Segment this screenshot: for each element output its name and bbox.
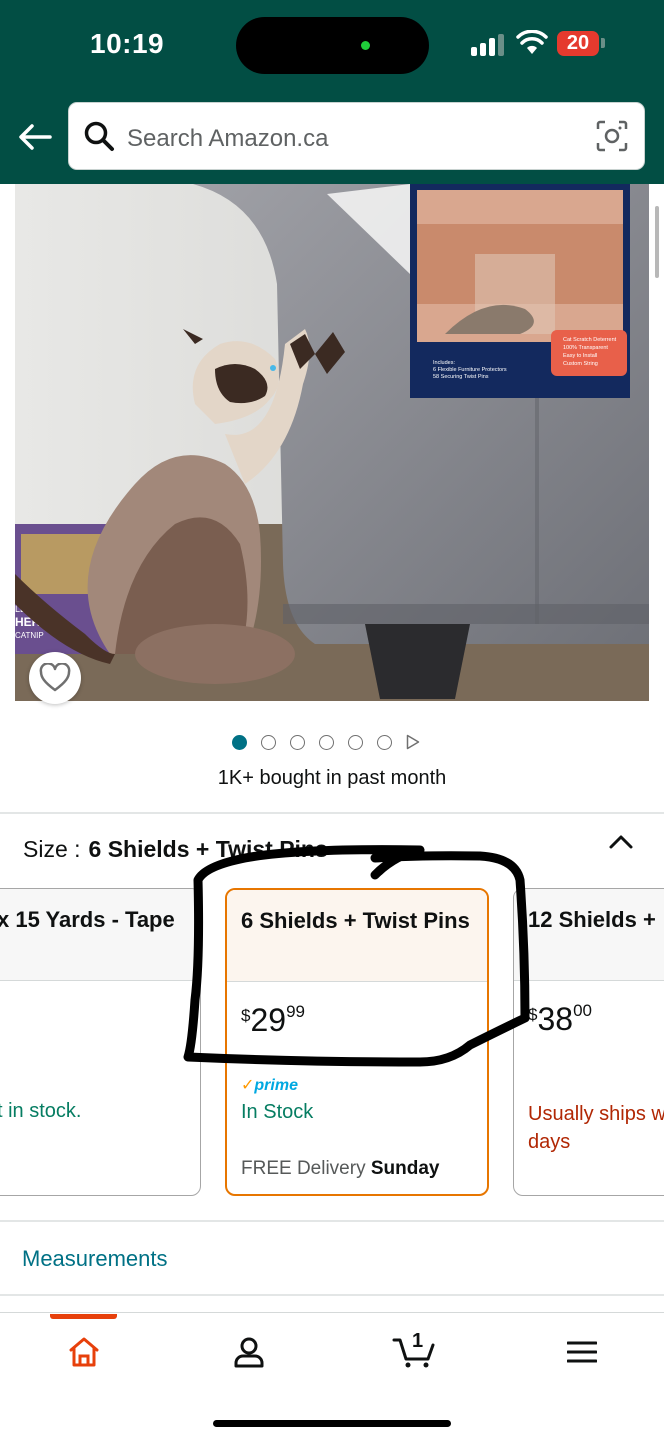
divider [0,1294,664,1296]
heart-icon [39,663,71,692]
measurements-link[interactable]: Measurements [22,1246,168,1272]
divider [0,812,664,814]
option-price: $2999 [241,1002,305,1038]
delivery-info: FREE Delivery Sunday [241,1158,440,1179]
option-name: 12 Shields + [528,907,656,932]
nav-home[interactable] [60,1332,108,1372]
carousel-dot[interactable] [319,734,334,750]
nav-menu[interactable] [558,1332,606,1372]
option-price: $3800 [528,1001,592,1037]
active-tab-indicator [50,1314,117,1319]
product-image[interactable]: LE HER CATNIP Cat Scratch De [15,184,649,701]
divider [0,1220,664,1222]
scroll-indicator[interactable] [655,206,659,278]
svg-text:Includes:: Includes: [433,360,455,366]
carousel-dot[interactable] [377,734,392,750]
search-icon [84,121,114,151]
carousel-dot[interactable] [232,734,247,750]
size-value: 6 Shields + Twist Pins [88,836,328,862]
carousel-dot[interactable] [348,734,363,750]
menu-icon [567,1341,597,1363]
carousel-dot[interactable] [290,734,305,750]
home-icon [69,1337,99,1367]
camera-lens-icon[interactable] [596,120,628,152]
availability: Usually ships w days [528,1103,664,1153]
wishlist-button[interactable] [29,652,81,704]
size-option-card-selected[interactable]: 6 Shields + Twist Pins $2999 ✓prime In S… [225,888,489,1196]
availability: t in stock. [0,1100,82,1122]
svg-text:58 Securing Twist Pins: 58 Securing Twist Pins [433,374,489,380]
nav-account[interactable] [225,1332,273,1372]
svg-text:Easy to Install: Easy to Install [563,353,597,359]
wifi-icon [516,30,548,54]
product-photo: LE HER CATNIP Cat Scratch De [15,184,649,701]
option-name: 6 Shields + Twist Pins [241,908,470,933]
home-indicator [213,1420,451,1427]
cart-count-badge: 1 [412,1330,424,1352]
availability: In Stock [241,1101,314,1123]
back-button[interactable] [14,116,56,158]
svg-text:CATNIP: CATNIP [15,631,44,640]
svg-text:6 Flexible Furniture Protector: 6 Flexible Furniture Protectors [433,367,507,373]
bought-in-past-month: 1K+ bought in past month [217,767,447,789]
back-arrow-icon [19,124,52,150]
svg-text:Cat Scratch Deterrent: Cat Scratch Deterrent [563,337,617,343]
image-carousel-dots[interactable] [232,734,420,750]
option-name: x 15 Yards - Tape [0,907,175,932]
play-icon[interactable] [406,734,420,750]
carousel-dot[interactable] [261,734,276,750]
size-label: Size : [23,836,81,862]
size-selector-label: Size : 6 Shields + Twist Pins [23,836,328,863]
search-placeholder: Search Amazon.ca [127,125,329,152]
size-option-card[interactable]: x 15 Yards - Tape t in stock. [0,888,201,1196]
dynamic-island [236,17,429,74]
svg-text:100% Transparent: 100% Transparent [563,345,608,351]
cellular-signal-icon [471,34,505,56]
size-option-card[interactable]: 12 Shields + $3800 Usually ships w days [513,888,664,1196]
prime-badge: ✓prime [241,1077,298,1094]
app-header: 10:19 20 Search Amazon.ca [0,0,664,184]
battery-indicator: 20 [557,31,599,56]
account-icon [234,1337,264,1368]
status-time: 10:19 [90,28,165,59]
chevron-up-icon[interactable] [608,832,634,852]
search-input[interactable]: Search Amazon.ca [68,102,645,170]
svg-text:Custom String: Custom String [563,361,598,367]
